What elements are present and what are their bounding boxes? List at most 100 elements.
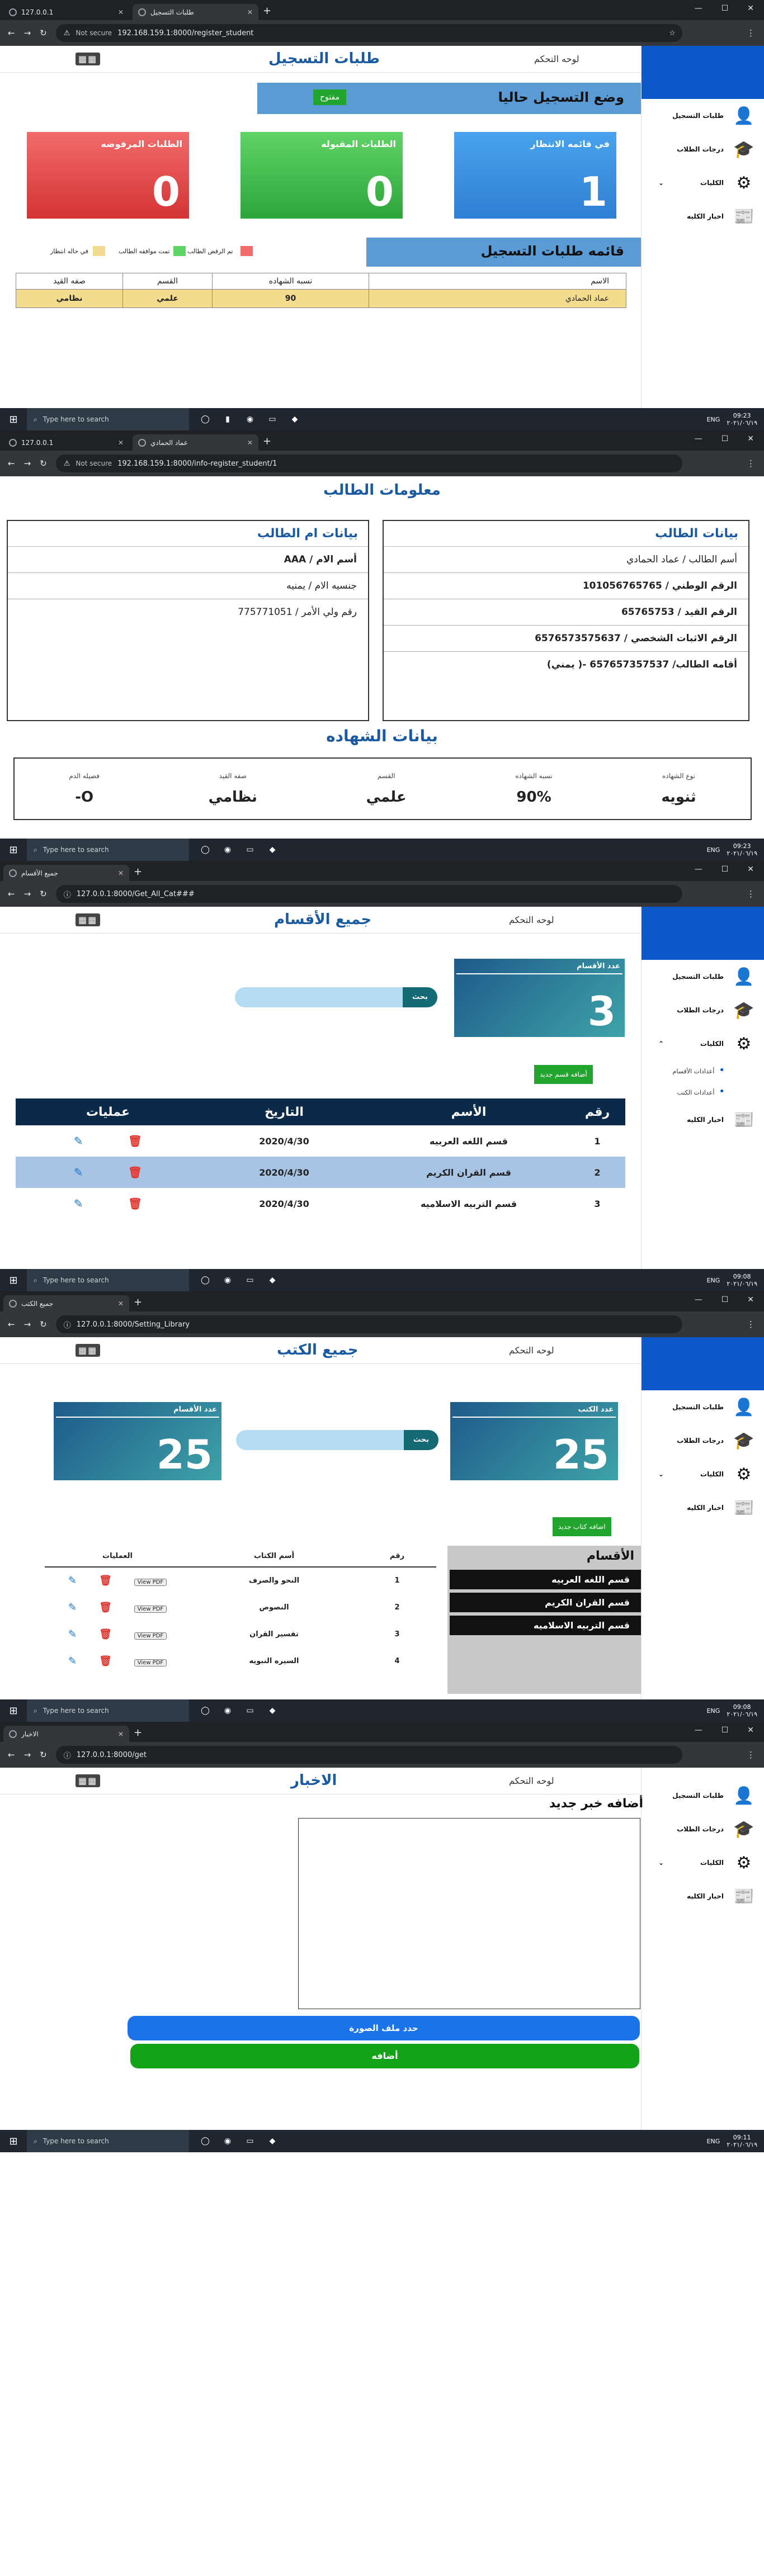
folder-icon[interactable]: ▭ [242, 1702, 258, 1719]
category-item[interactable]: قسم التربيه الاسلاميه [450, 1616, 641, 1635]
task-view-icon[interactable]: ◯ [197, 411, 214, 428]
submit-news-button[interactable]: أضافه [130, 2044, 639, 2068]
close-window-icon[interactable]: ✕ [747, 1726, 754, 1735]
delete-icon[interactable]: 🗑 [128, 1197, 142, 1210]
taskbar-search[interactable]: ⌕ Type here to search [27, 839, 189, 861]
windows-start-icon[interactable]: ⊞ [0, 1275, 27, 1286]
add-department-button[interactable]: أضافه قسم جديد [534, 1065, 593, 1084]
folder-icon[interactable]: ▭ [264, 411, 281, 428]
reload-icon[interactable]: ↻ [40, 889, 47, 899]
menu-dots-icon[interactable]: ⋮ [747, 889, 755, 899]
browser-tab-active[interactable]: جميع الأقسام ✕ [3, 865, 129, 881]
close-icon[interactable]: ✕ [118, 439, 124, 447]
sidebar-item-register[interactable]: طلبات التسجيل 👤 [642, 1779, 764, 1812]
edit-icon[interactable]: ✎ [74, 1134, 83, 1148]
delete-icon[interactable]: 🗑 [99, 1628, 112, 1640]
files-icon[interactable]: ▮ [219, 411, 236, 428]
browser-tab-active[interactable]: طلبات التسجيل ✕ [133, 4, 258, 20]
table-row[interactable]: 1 النحو والصرف View PDF🗑✎ [45, 1567, 436, 1594]
search-input[interactable] [235, 987, 403, 1007]
table-row[interactable]: 3 تفسير القران View PDF🗑✎ [45, 1621, 436, 1647]
url-bar[interactable]: ⓘ 127.0.0.1:8000/Setting_Library [55, 1315, 682, 1333]
dashboard-link[interactable]: لوحه التحكم [534, 54, 579, 64]
dashboard-link[interactable]: لوحه التحكم [509, 1345, 554, 1356]
category-item[interactable]: قسم اللغه العربيه [450, 1570, 641, 1589]
sidebar-subitem-books[interactable]: أعدادات الكتب • [642, 1082, 764, 1103]
table-row[interactable]: عماد الحمادي 90 علمي نظامي [16, 289, 626, 308]
browser-tab[interactable]: 127.0.0.1 ✕ [3, 4, 129, 20]
browser-tab-active[interactable]: جميع الكتب ✕ [3, 1295, 129, 1311]
vscode-icon[interactable]: ◆ [264, 2133, 281, 2149]
back-icon[interactable]: ← [8, 889, 15, 899]
reload-icon[interactable]: ↻ [40, 28, 47, 38]
sidebar-item-colleges[interactable]: ⌄ الكليات ⚙ [642, 1457, 764, 1491]
new-tab-icon[interactable]: + [134, 1727, 142, 1739]
close-icon[interactable]: ✕ [118, 869, 124, 877]
url-bar[interactable]: ⓘ 127.0.0.1:8000/get [55, 1746, 682, 1764]
task-view-icon[interactable]: ◯ [197, 2133, 214, 2149]
add-book-button[interactable]: اضافه كتاب جديد [553, 1517, 611, 1536]
table-row[interactable]: 1 قسم اللغه العربيه 2020/4/30 🗑✎ [16, 1125, 625, 1157]
url-bar[interactable]: ⚠ Not secure 192.168.159.1:8000/info-regis… [55, 454, 682, 472]
sidebar-item-news[interactable]: اخبار الكليه 📰 [642, 200, 764, 233]
table-row[interactable]: 2 قسم القران الكريم 2020/4/30 🗑✎ [16, 1157, 625, 1188]
sidebar-item-grades[interactable]: درجات الطلاب 🎓 [642, 1812, 764, 1846]
minimize-icon[interactable]: — [695, 4, 702, 13]
view-pdf-button[interactable]: View PDF [134, 1579, 167, 1586]
maximize-icon[interactable]: ☐ [721, 1295, 729, 1304]
back-icon[interactable]: ← [8, 1750, 15, 1760]
minimize-icon[interactable]: — [695, 1726, 702, 1735]
close-window-icon[interactable]: ✕ [747, 1295, 754, 1304]
new-tab-icon[interactable]: + [134, 866, 142, 878]
close-window-icon[interactable]: ✕ [747, 865, 754, 874]
sidebar-item-register[interactable]: طلبات التسجيل 👤 [642, 99, 764, 132]
menu-dots-icon[interactable]: ⋮ [747, 1750, 755, 1760]
chrome-icon[interactable]: ◉ [219, 2133, 236, 2149]
star-icon[interactable]: ☆ [669, 29, 682, 37]
back-icon[interactable]: ← [8, 458, 15, 468]
new-tab-icon[interactable]: + [263, 5, 271, 17]
search-button[interactable]: بحث [403, 987, 437, 1007]
sidebar-subitem-departments[interactable]: أعدادات الأقسام • [642, 1060, 764, 1082]
back-icon[interactable]: ← [8, 1319, 15, 1329]
close-icon[interactable]: ✕ [118, 1730, 124, 1738]
vscode-icon[interactable]: ◆ [264, 841, 281, 858]
forward-icon[interactable]: → [24, 458, 31, 468]
browser-tab-active[interactable]: عماد الحمادي ✕ [133, 434, 258, 451]
sidebar-item-grades[interactable]: درجات الطلاب 🎓 [642, 1424, 764, 1457]
taskbar-search[interactable]: ⌕ Type here to search [27, 1269, 189, 1291]
forward-icon[interactable]: → [24, 889, 31, 899]
maximize-icon[interactable]: ☐ [721, 865, 729, 874]
windows-start-icon[interactable]: ⊞ [0, 844, 27, 856]
delete-icon[interactable]: 🗑 [128, 1134, 142, 1148]
category-item[interactable]: قسم القران الكريم [450, 1593, 641, 1612]
search-input[interactable] [236, 1430, 404, 1450]
browser-tab[interactable]: 127.0.0.1 ✕ [3, 434, 129, 451]
cell-name[interactable]: عماد الحمادي [369, 289, 626, 308]
task-view-icon[interactable]: ◯ [197, 841, 214, 858]
reload-icon[interactable]: ↻ [40, 458, 47, 468]
table-row[interactable]: 2 النصوص View PDF🗑✎ [45, 1594, 436, 1621]
back-icon[interactable]: ← [8, 28, 15, 38]
sidebar-item-grades[interactable]: درجات الطلاب 🎓 [642, 132, 764, 166]
table-row[interactable]: 4 السيره النبويه View PDF🗑✎ [45, 1647, 436, 1674]
minimize-icon[interactable]: — [695, 1295, 702, 1304]
sidebar-item-colleges[interactable]: ⌄ الكليات ⚙ [642, 166, 764, 200]
forward-icon[interactable]: → [24, 28, 31, 38]
task-view-icon[interactable]: ◯ [197, 1702, 214, 1719]
sidebar-item-news[interactable]: اخبار الكليه 📰 [642, 1879, 764, 1913]
windows-start-icon[interactable]: ⊞ [0, 2135, 27, 2147]
forward-icon[interactable]: → [24, 1319, 31, 1329]
maximize-icon[interactable]: ☐ [721, 434, 729, 443]
reload-icon[interactable]: ↻ [40, 1750, 47, 1760]
maximize-icon[interactable]: ☐ [721, 1726, 729, 1735]
folder-icon[interactable]: ▭ [242, 2133, 258, 2149]
search-button[interactable]: بحث [404, 1430, 438, 1450]
windows-start-icon[interactable]: ⊞ [0, 414, 27, 425]
edit-icon[interactable]: ✎ [68, 1655, 77, 1667]
edit-icon[interactable]: ✎ [68, 1628, 77, 1640]
reload-icon[interactable]: ↻ [40, 1319, 47, 1329]
sidebar-item-register[interactable]: طلبات التسجيل 👤 [642, 960, 764, 993]
close-icon[interactable]: ✕ [118, 8, 124, 16]
edit-icon[interactable]: ✎ [68, 1602, 77, 1613]
